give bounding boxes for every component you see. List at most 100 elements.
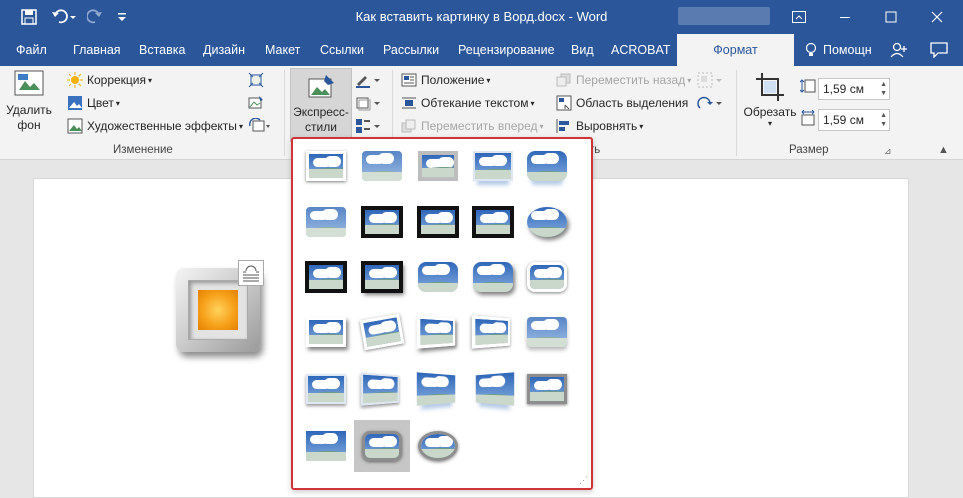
tab-design[interactable]: Дизайн — [203, 34, 245, 66]
style-option-reflected-perspective-right[interactable] — [410, 363, 466, 415]
send-backward-icon — [556, 72, 572, 88]
landscape-thumbnail-icon — [527, 207, 567, 237]
crop-button[interactable]: Обрезать ▾ — [742, 72, 798, 136]
tab-acrobat[interactable]: ACROBAT — [611, 34, 671, 66]
change-picture-icon[interactable] — [248, 95, 264, 111]
minimize-icon[interactable] — [822, 0, 868, 34]
tab-home[interactable]: Главная — [73, 34, 121, 66]
landscape-thumbnail-icon — [306, 431, 346, 461]
style-option-soft-edge-rectangle-2[interactable] — [298, 196, 354, 248]
artistic-effects-button[interactable]: Художественные эффекты ▾ — [67, 118, 243, 134]
style-option-rectangle-white-shadow[interactable] — [298, 306, 354, 358]
style-option-drop-shadow-rounded[interactable] — [465, 251, 521, 303]
size-dialog-launcher-icon[interactable]: ⊿ — [884, 146, 892, 157]
style-option-compound-frame-black[interactable] — [298, 251, 354, 303]
size-group-label: Размер — [789, 144, 829, 156]
style-option-perspective-shadow-white[interactable] — [410, 306, 466, 358]
landscape-thumbnail-icon — [417, 372, 455, 405]
group-separator — [284, 70, 285, 156]
ribbon-display-options-icon[interactable] — [776, 0, 822, 34]
style-option-oval-shadow[interactable] — [519, 196, 575, 248]
comments-icon[interactable] — [930, 42, 948, 58]
style-option-reflected-rounded-rectangle[interactable] — [519, 140, 575, 192]
remove-background-label: Удалить фон — [6, 103, 52, 133]
rotate-icon[interactable] — [697, 95, 723, 111]
reset-picture-icon[interactable] — [248, 118, 270, 134]
compress-pictures-icon[interactable] — [248, 72, 264, 88]
tab-view[interactable]: Вид — [571, 34, 594, 66]
wrap-text-button[interactable]: Обтекание текстом ▾ — [401, 95, 535, 111]
layout-options-icon[interactable] — [238, 260, 264, 286]
style-option-snip-diagonal-corner[interactable] — [298, 420, 354, 472]
landscape-thumbnail-icon — [306, 374, 346, 404]
style-option-metal-oval[interactable] — [410, 420, 466, 472]
height-input[interactable]: 1,59 см ▲ ▼ — [818, 78, 890, 100]
style-option-relaxed-perspective-white[interactable] — [465, 306, 521, 358]
style-option-rounded-white[interactable] — [519, 251, 575, 303]
quick-styles-button[interactable]: Экспресс- стили — [290, 68, 352, 142]
share-icon[interactable] — [890, 42, 908, 58]
position-button[interactable]: Положение ▾ — [401, 72, 490, 88]
tab-mailings[interactable]: Рассылки — [383, 34, 439, 66]
correction-button[interactable]: Коррекция ▾ — [67, 72, 152, 88]
height-icon — [800, 78, 816, 94]
picture-effects-icon[interactable] — [355, 95, 381, 111]
tab-references[interactable]: Ссылки — [320, 34, 364, 66]
landscape-thumbnail-icon — [476, 372, 514, 405]
tab-format[interactable]: Формат — [677, 34, 794, 66]
style-option-center-shadow-black[interactable] — [354, 251, 410, 303]
style-option-thick-matte-black[interactable] — [410, 196, 466, 248]
maximize-icon[interactable] — [868, 0, 914, 34]
style-option-reflected-bevel-white[interactable] — [465, 140, 521, 192]
picture-layout-icon[interactable] — [355, 118, 381, 134]
tab-review[interactable]: Рецензирование — [458, 34, 555, 66]
wrap-text-label: Обтекание текстом — [421, 96, 528, 110]
landscape-thumbnail-icon — [473, 151, 513, 181]
landscape-thumbnail-icon — [472, 315, 510, 348]
landscape-thumbnail-icon — [527, 262, 567, 292]
width-input[interactable]: 1,59 см ▲ ▼ — [818, 109, 890, 131]
remove-background-button[interactable]: Удалить фон — [6, 68, 52, 142]
align-button[interactable]: Выровнять ▾ — [556, 118, 643, 134]
bring-forward-icon — [401, 118, 417, 134]
group-separator — [736, 70, 737, 156]
tab-insert[interactable]: Вставка — [139, 34, 185, 66]
landscape-thumbnail-icon — [362, 151, 402, 181]
style-option-soft-edge-oval[interactable] — [519, 306, 575, 358]
style-option-rounded-diagonal-corner[interactable] — [410, 251, 466, 303]
group-objects-icon[interactable] — [697, 72, 723, 88]
picture-border-icon[interactable] — [355, 72, 381, 88]
landscape-thumbnail-icon — [306, 151, 346, 181]
color-button[interactable]: Цвет ▾ — [67, 95, 120, 111]
style-option-simple-frame-black[interactable] — [465, 196, 521, 248]
style-option-bevel-perspective[interactable] — [354, 363, 410, 415]
tell-me-input[interactable]: Помощн — [823, 34, 872, 66]
tab-layout[interactable]: Макет — [265, 34, 300, 66]
style-option-simple-frame-white[interactable] — [298, 140, 354, 192]
style-option-simple-frame-grey[interactable] — [410, 140, 466, 192]
collapse-ribbon-icon[interactable]: ▲ — [938, 144, 949, 156]
landscape-thumbnail-icon — [418, 431, 458, 461]
quick-styles-label: Экспресс- стили — [293, 105, 349, 135]
send-backward-label: Переместить назад — [576, 73, 685, 87]
wrap-text-icon — [401, 95, 417, 111]
style-option-bevel-rectangle[interactable] — [298, 363, 354, 415]
close-icon[interactable] — [914, 0, 960, 34]
selection-pane-icon — [556, 95, 572, 111]
style-option-metal-rounded-rectangle[interactable] — [354, 420, 410, 472]
selection-pane-button[interactable]: Область выделения — [556, 95, 688, 111]
tab-file[interactable]: Файл — [16, 34, 47, 66]
style-option-soft-edge-rectangle[interactable] — [354, 140, 410, 192]
send-backward-button[interactable]: Переместить назад ▾ — [556, 72, 691, 88]
crop-label: Обрезать — [744, 105, 797, 119]
style-option-metal-frame[interactable] — [519, 363, 575, 415]
title-bar: Как вставить картинку в Ворд.docx - Word — [0, 0, 963, 34]
bring-forward-button[interactable]: Переместить вперед ▾ — [401, 118, 544, 134]
lightbulb-icon — [805, 42, 819, 58]
style-option-rotated-white[interactable] — [354, 306, 410, 358]
resize-grip-icon[interactable]: ⋰ — [579, 475, 588, 486]
style-option-reflected-perspective-left[interactable] — [465, 363, 521, 415]
bring-forward-label: Переместить вперед — [421, 119, 537, 133]
style-option-double-frame-black[interactable] — [354, 196, 410, 248]
width-icon — [800, 110, 816, 126]
